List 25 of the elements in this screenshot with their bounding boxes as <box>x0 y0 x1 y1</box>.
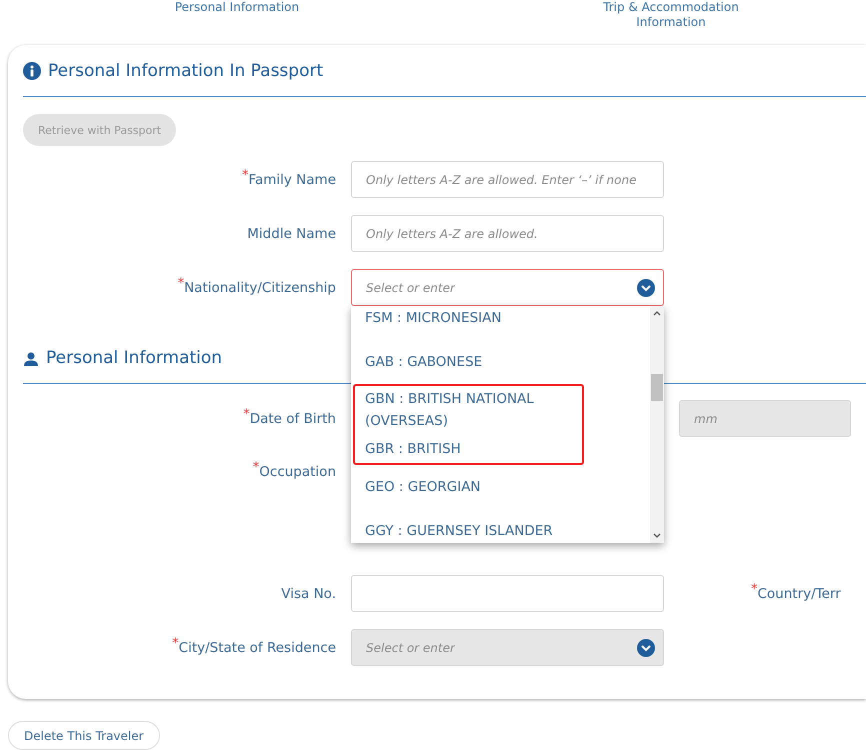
input-field[interactable]: Only letters A-Z are allowed. <box>351 215 664 252</box>
input-field[interactable] <box>351 575 664 612</box>
dropdown-option[interactable]: GGY : GUERNSEY ISLANDER <box>351 509 650 543</box>
dropdown-option[interactable]: FSM : MICRONESIAN <box>351 306 650 340</box>
field-label: Visa No. <box>280 586 336 602</box>
field-label: Middle Name <box>246 226 336 242</box>
section-title: Personal Information <box>46 348 222 368</box>
dropdown-option[interactable]: GBN : BRITISH NATIONAL (OVERSEAS) <box>355 386 582 435</box>
field-label: *Country/Terr <box>751 586 841 602</box>
chevron-down-icon <box>637 278 655 296</box>
input-field[interactable]: Only letters A-Z are allowed. Enter ‘–’ if none <box>351 161 664 198</box>
section-title: Personal Information In Passport <box>48 61 324 81</box>
dropdown-option[interactable]: GAB : GABONESE <box>351 340 650 384</box>
field-label: *Family Name <box>240 172 336 188</box>
dropdown-option[interactable]: GBR : BRITISH <box>355 435 582 463</box>
info-icon <box>23 62 41 80</box>
chevron-down-icon <box>637 638 655 656</box>
step-label[interactable]: Trip & Accommodation Information <box>596 0 746 38</box>
delete-traveler-button[interactable]: Delete This Traveler <box>8 721 160 750</box>
person-icon <box>23 350 39 366</box>
field-label: *City/State of Residence <box>171 640 336 656</box>
step-label[interactable]: Personal Information <box>167 0 307 38</box>
field-label: *Nationality/Citizenship <box>176 280 336 296</box>
dropdown-option[interactable]: GEO : GEORGIAN <box>351 465 650 509</box>
field-label: *Date of Birth <box>242 410 336 426</box>
